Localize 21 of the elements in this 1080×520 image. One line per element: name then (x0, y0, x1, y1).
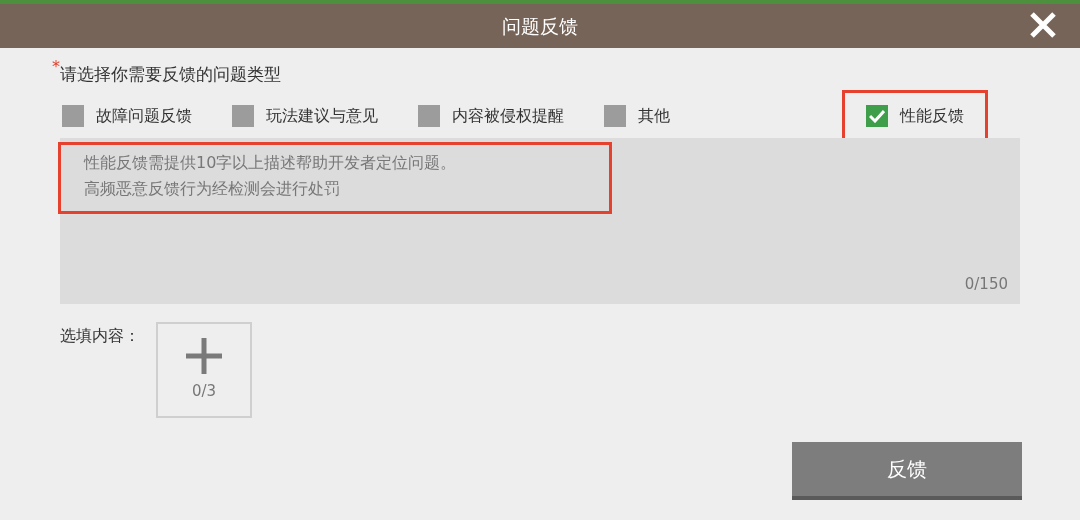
window-title: 问题反馈 (502, 13, 578, 39)
option-label[interactable]: 玩法建议与意见 (266, 103, 378, 128)
placeholder-text: 高频恶意反馈行为经检测会进行处罚 (84, 177, 341, 200)
attachments-label: 选填内容： (60, 324, 140, 347)
checkbox[interactable] (866, 104, 888, 127)
option-label[interactable]: 内容被侵权提醒 (452, 103, 564, 128)
option-label[interactable]: 其他 (638, 103, 670, 128)
plus-icon (184, 336, 224, 377)
option-label[interactable]: 故障问题反馈 (96, 103, 192, 128)
character-counter: 0/150 (964, 274, 1008, 295)
check-icon (869, 108, 885, 123)
add-attachment-button[interactable]: 0/3 (156, 321, 252, 418)
required-mark: * (52, 60, 60, 74)
checkbox[interactable] (604, 104, 626, 127)
option-label[interactable]: 性能反馈 (900, 103, 964, 128)
close-icon[interactable] (1030, 12, 1056, 38)
checkbox[interactable] (232, 104, 254, 127)
checkbox[interactable] (418, 104, 440, 127)
checkbox[interactable] (62, 104, 84, 127)
question-label: 请选择你需要反馈的问题类型 (60, 64, 281, 86)
placeholder-text: 性能反馈需提供10字以上描述帮助开发者定位问题。 (84, 151, 458, 174)
